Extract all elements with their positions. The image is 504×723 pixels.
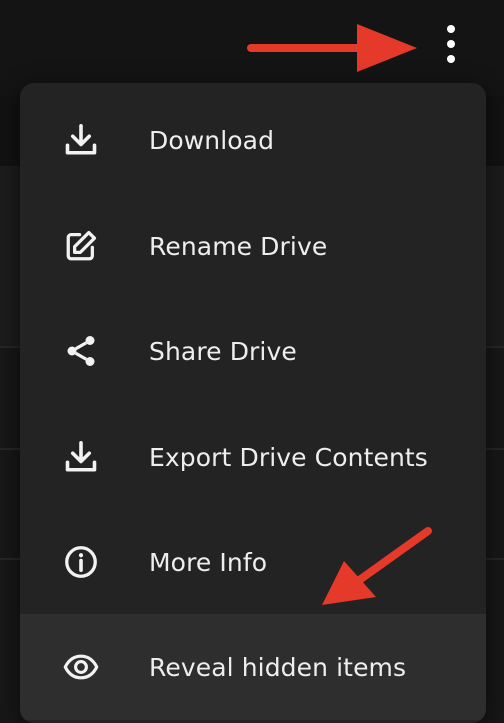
download-icon <box>63 122 99 158</box>
menu-item-more-info[interactable]: More Info <box>20 509 486 615</box>
kebab-dot <box>447 40 455 48</box>
menu-item-label: Export Drive Contents <box>149 442 428 472</box>
edit-icon <box>63 228 99 264</box>
share-icon <box>63 333 99 369</box>
kebab-dot <box>447 55 455 63</box>
menu-item-download[interactable]: Download <box>20 87 486 193</box>
context-menu: Download Rename Drive Share Drive Export… <box>20 83 486 723</box>
menu-item-reveal-hidden-items[interactable]: Reveal hidden items <box>20 614 486 720</box>
menu-item-label: Share Drive <box>149 336 297 366</box>
kebab-dot <box>447 25 455 33</box>
eye-icon <box>63 649 99 685</box>
more-options-button[interactable] <box>436 18 466 70</box>
menu-item-rename-drive[interactable]: Rename Drive <box>20 193 486 299</box>
info-icon <box>63 544 99 580</box>
top-bar <box>0 0 504 96</box>
menu-item-export-drive-contents[interactable]: Export Drive Contents <box>20 404 486 510</box>
menu-item-label: Rename Drive <box>149 231 328 261</box>
download-icon <box>63 439 99 475</box>
menu-item-share-drive[interactable]: Share Drive <box>20 298 486 404</box>
menu-item-label: Reveal hidden items <box>149 652 407 682</box>
menu-item-label: More Info <box>149 547 268 577</box>
menu-item-label: Download <box>149 125 275 155</box>
